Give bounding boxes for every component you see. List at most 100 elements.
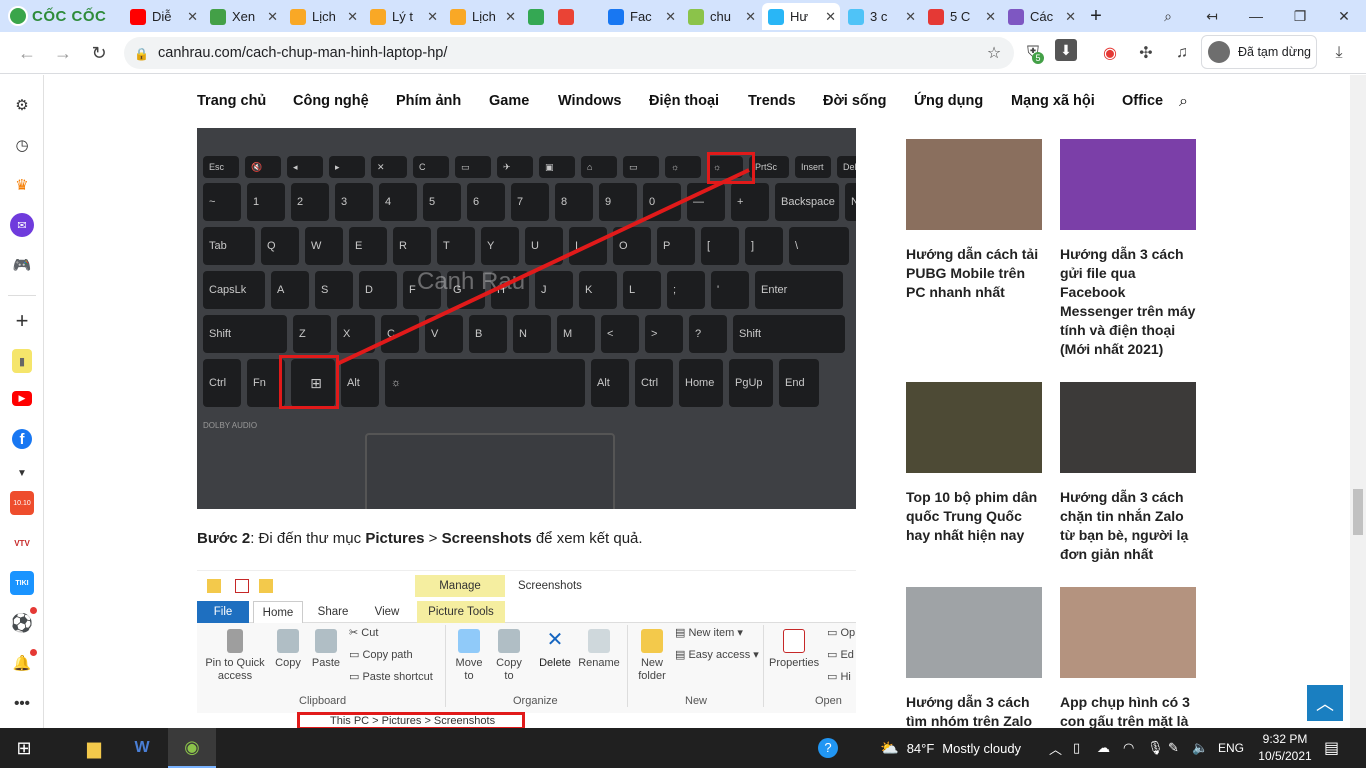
reload-icon[interactable]: ↻ — [86, 40, 112, 66]
network-status-icon[interactable]: ☁ — [1097, 728, 1110, 768]
tab-close-icon[interactable]: ✕ — [267, 9, 278, 25]
youtube-icon[interactable]: ▶ — [12, 391, 32, 406]
tab-close-icon[interactable]: ✕ — [505, 9, 516, 25]
notes-icon[interactable]: ▮ — [12, 349, 32, 373]
downloads-icon[interactable]: ⤓ — [1327, 41, 1351, 65]
browser-tab[interactable] — [522, 3, 550, 30]
chrome-extension-icon[interactable]: ◉ — [1098, 41, 1122, 65]
microphone-icon[interactable]: 🎙 — [1147, 728, 1164, 768]
related-post-card[interactable]: App chụp hình có 3 con gấu trên mặt là — [1060, 587, 1196, 728]
coccoc-taskbar-icon[interactable]: ◉ — [168, 728, 216, 768]
post-title[interactable]: Hướng dẫn 3 cách chặn tin nhắn Zalo từ b… — [1060, 488, 1196, 564]
shopee-icon[interactable]: 10.10 — [10, 491, 34, 515]
nav-item[interactable]: Trang chủ — [197, 93, 266, 109]
tab-close-icon[interactable]: ✕ — [347, 9, 358, 25]
profile-button[interactable]: Đã tạm dừng — [1201, 35, 1317, 69]
page-scrollbar[interactable] — [1350, 75, 1366, 728]
post-thumbnail[interactable] — [906, 382, 1042, 473]
post-thumbnail[interactable] — [1060, 139, 1196, 230]
tab-close-icon[interactable]: ✕ — [905, 9, 916, 25]
scrollbar-thumb[interactable] — [1353, 489, 1363, 535]
browser-tab[interactable]: Các ✕ — [1002, 3, 1080, 30]
wifi-icon[interactable]: ◠ — [1123, 728, 1134, 768]
url-field[interactable]: 🔒 canhrau.com/cach-chup-man-hinh-laptop-… — [124, 37, 1014, 69]
volume-icon[interactable]: 🔈 — [1192, 728, 1208, 768]
help-icon[interactable]: ? — [818, 728, 838, 768]
nav-item[interactable]: Office — [1122, 93, 1163, 109]
browser-tab[interactable]: Lý t ✕ — [364, 3, 442, 30]
pen-icon[interactable]: ✎ — [1168, 728, 1179, 768]
puzzle-icon[interactable]: ✣ — [1134, 41, 1158, 65]
forward-icon[interactable]: → — [50, 40, 76, 66]
tab-close-icon[interactable]: ✕ — [985, 9, 996, 25]
post-thumbnail[interactable] — [1060, 587, 1196, 678]
tab-close-icon[interactable]: ✕ — [665, 9, 676, 25]
crown-icon[interactable]: ♛ — [10, 173, 34, 197]
minimize-button[interactable]: — — [1234, 0, 1278, 32]
browser-tab[interactable]: Lịch ✕ — [284, 3, 362, 30]
browser-tab[interactable]: Fac ✕ — [602, 3, 680, 30]
related-post-card[interactable]: Top 10 bộ phim dân quốc Trung Quốc hay n… — [906, 382, 1042, 545]
tab-close-icon[interactable]: ✕ — [1065, 9, 1076, 25]
settings-icon[interactable]: ⚙ — [10, 93, 34, 117]
related-post-card[interactable]: Hướng dẫn 3 cách gửi file qua Facebook M… — [1060, 139, 1196, 359]
nav-item[interactable]: Windows — [558, 93, 622, 109]
browser-tab[interactable]: Hư ✕ — [762, 3, 840, 30]
word-icon[interactable]: W — [120, 728, 164, 768]
post-title[interactable]: Hướng dẫn 3 cách tìm nhóm trên Zalo — [906, 693, 1042, 728]
scroll-to-top-button[interactable]: ︿ — [1307, 685, 1343, 721]
language-indicator[interactable]: ENG — [1218, 728, 1244, 768]
browser-tab[interactable]: 5 C ✕ — [922, 3, 1000, 30]
weather-widget[interactable]: ⛅ 84°F Mostly cloudy — [880, 728, 1021, 768]
related-post-card[interactable]: Hướng dẫn 3 cách chặn tin nhắn Zalo từ b… — [1060, 382, 1196, 564]
post-thumbnail[interactable] — [1060, 382, 1196, 473]
gamepad-icon[interactable]: 🎮 — [10, 253, 34, 277]
browser-tab[interactable]: chu ✕ — [682, 3, 760, 30]
device-icon[interactable]: ▯ — [1073, 728, 1080, 768]
post-thumbnail[interactable] — [906, 139, 1042, 230]
post-title[interactable]: Hướng dẫn 3 cách gửi file qua Facebook M… — [1060, 245, 1196, 359]
browser-tab[interactable] — [552, 3, 598, 30]
nav-item[interactable]: Game — [489, 93, 529, 109]
browser-tab[interactable]: 3 c ✕ — [842, 3, 920, 30]
post-title[interactable]: App chụp hình có 3 con gấu trên mặt là — [1060, 693, 1196, 728]
clock[interactable]: 9:32 PM 10/5/2021 — [1255, 731, 1315, 765]
history-icon[interactable]: ◷ — [10, 133, 34, 157]
football-icon[interactable]: ⚽ — [10, 611, 34, 635]
related-post-card[interactable]: Hướng dẫn cách tải PUBG Mobile trên PC n… — [906, 139, 1042, 302]
nav-item[interactable]: Trends — [748, 93, 796, 109]
tab-search-icon[interactable]: ⌕ — [1146, 0, 1190, 32]
post-title[interactable]: Hướng dẫn cách tải PUBG Mobile trên PC n… — [906, 245, 1042, 302]
nav-item[interactable]: Công nghệ — [293, 93, 369, 109]
coccoc-logo[interactable]: CỐC CỐC — [8, 4, 108, 28]
tab-close-icon[interactable]: ✕ — [825, 9, 836, 25]
browser-tab[interactable]: Lịch ✕ — [444, 3, 520, 30]
start-button[interactable]: ⊞ — [0, 728, 48, 768]
download-extension-icon[interactable]: ⬇ — [1055, 39, 1077, 61]
playlist-icon[interactable]: ♫ — [1170, 41, 1194, 65]
messenger-icon[interactable]: ✉ — [10, 213, 34, 237]
tab-close-icon[interactable]: ✕ — [745, 9, 756, 25]
new-tab-button[interactable]: + — [1082, 3, 1110, 30]
nav-item[interactable]: Điện thoại — [649, 93, 719, 109]
tab-close-icon[interactable]: ✕ — [427, 9, 438, 25]
show-hidden-icons[interactable]: ︿ — [1049, 728, 1062, 768]
notification-center-icon[interactable]: ▤ — [1324, 728, 1339, 768]
browser-tab[interactable]: Xen ✕ — [204, 3, 282, 30]
facebook-icon[interactable]: f — [12, 429, 32, 449]
nav-item[interactable]: Phím ảnh — [396, 93, 461, 109]
close-window-button[interactable]: ✕ — [1322, 0, 1366, 32]
tab-close-icon[interactable]: ✕ — [187, 9, 198, 25]
post-title[interactable]: Top 10 bộ phim dân quốc Trung Quốc hay n… — [906, 488, 1042, 545]
related-post-card[interactable]: Hướng dẫn 3 cách tìm nhóm trên Zalo — [906, 587, 1042, 728]
nav-item[interactable]: Mạng xã hội — [1011, 93, 1095, 109]
tiki-icon[interactable]: TIKI — [10, 571, 34, 595]
post-thumbnail[interactable] — [906, 587, 1042, 678]
more-down-icon[interactable]: ▼ — [10, 461, 34, 485]
file-explorer-icon[interactable]: ▆ — [72, 728, 116, 768]
back-icon[interactable]: ← — [14, 40, 40, 66]
search-icon[interactable]: ⌕ — [1179, 93, 1188, 111]
nav-item[interactable]: Ứng dụng — [914, 93, 983, 109]
more-icon[interactable]: ••• — [10, 691, 34, 715]
add-icon[interactable]: + — [10, 308, 34, 333]
